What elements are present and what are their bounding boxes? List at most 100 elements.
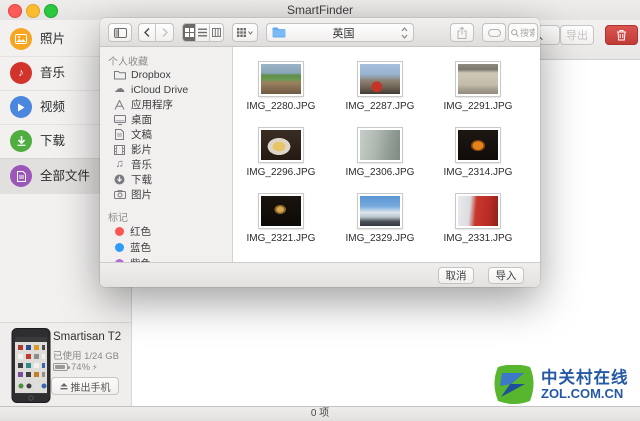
back-button[interactable]: [139, 24, 156, 41]
trash-icon: [616, 29, 627, 41]
dialog-sidebar-item-label: 图片: [131, 187, 152, 202]
file-item[interactable]: IMG_2291.JPG: [430, 58, 526, 112]
blue-tag-icon: [115, 243, 124, 252]
search-input[interactable]: [519, 28, 535, 38]
document-icon: [10, 165, 32, 187]
file-item[interactable]: IMG_2321.JPG: [233, 190, 329, 244]
search-field: [508, 23, 538, 42]
battery-percent: 74%: [71, 362, 90, 373]
device-storage: 已使用 1/24 GB: [53, 348, 119, 362]
file-item[interactable]: IMG_2314.JPG: [430, 124, 526, 178]
dialog-sidebar-item-label: Dropbox: [131, 69, 171, 81]
file-picker-dialog: 英国 个人收藏 Dropbox ☁ iCloud Drive: [100, 18, 540, 287]
location-popup[interactable]: 英国: [266, 23, 414, 42]
device-panel: Smartisan T2 已使用 1/24 GB 74% ⚡ 推出手机: [0, 322, 132, 406]
window-title: SmartFinder: [0, 0, 640, 20]
pictures-icon: [113, 190, 126, 199]
dialog-footer: 取消 导入: [100, 262, 540, 287]
zol-watermark: 中关村在线 ZOL.COM.CN: [492, 364, 636, 406]
phone-image: [11, 328, 51, 403]
cancel-button[interactable]: 取消: [438, 267, 474, 284]
download-arrow-icon: [10, 130, 32, 152]
tag-item-red[interactable]: 红色: [100, 224, 233, 239]
file-thumbnail: [456, 128, 500, 162]
sidebar-item-label: 下载: [40, 124, 65, 158]
watermark-site-name: 中关村在线: [541, 370, 629, 387]
eject-phone-button[interactable]: 推出手机: [51, 377, 119, 395]
file-thumbnail: [358, 194, 402, 228]
dialog-sidebar: 个人收藏 Dropbox ☁ iCloud Drive 应用程序 桌面 文稿: [100, 47, 233, 262]
battery-icon: [53, 363, 68, 371]
music-note-icon: ♫: [113, 159, 126, 170]
dialog-import-button[interactable]: 导入: [488, 267, 524, 284]
dialog-sidebar-item-icloud-drive[interactable]: ☁ iCloud Drive: [100, 82, 233, 97]
list-view-button[interactable]: [196, 24, 209, 41]
sidebar-item-label: 全部文件: [40, 159, 90, 193]
status-bar: 0 项: [0, 406, 640, 421]
file-item[interactable]: IMG_2306.JPG: [332, 124, 428, 178]
dialog-sidebar-item-label: 影片: [131, 142, 152, 157]
file-thumbnail: [259, 194, 303, 228]
share-icon: [457, 27, 467, 39]
arrange-icon: [237, 28, 246, 37]
icon-view-button[interactable]: [183, 24, 196, 41]
popup-chevrons-icon: [401, 27, 408, 39]
file-thumbnail: [456, 62, 500, 96]
tag-button[interactable]: [482, 23, 506, 42]
view-segmented-control: [182, 23, 224, 42]
toggle-sidebar-button[interactable]: [108, 23, 132, 42]
file-item[interactable]: IMG_2280.JPG: [233, 58, 329, 112]
file-item[interactable]: IMG_2331.JPG: [430, 190, 526, 244]
tag-label: 蓝色: [130, 240, 151, 255]
location-label: 英国: [290, 25, 397, 41]
forward-button[interactable]: [156, 24, 173, 41]
tag-label: 红色: [130, 224, 151, 239]
file-item[interactable]: IMG_2296.JPG: [233, 124, 329, 178]
dialog-sidebar-item-downloads[interactable]: 下载: [100, 172, 233, 187]
movies-icon: [113, 145, 126, 155]
dialog-sidebar-item-dropbox[interactable]: Dropbox: [100, 67, 233, 82]
file-item[interactable]: IMG_2287.JPG: [332, 58, 428, 112]
dialog-sidebar-item-documents[interactable]: 文稿: [100, 127, 233, 142]
sidebar-item-label: 视频: [40, 90, 65, 124]
dialog-sidebar-item-movies[interactable]: 影片: [100, 142, 233, 157]
documents-icon: [113, 129, 126, 140]
nav-segmented-control: [138, 23, 174, 42]
dialog-sidebar-item-label: 应用程序: [131, 97, 173, 112]
delete-button[interactable]: [605, 25, 638, 45]
download-circle-icon: [113, 174, 126, 185]
dialog-sidebar-item-desktop[interactable]: 桌面: [100, 112, 233, 127]
zol-logo: [492, 365, 536, 405]
file-name: IMG_2331.JPG: [430, 233, 526, 244]
file-thumbnail: [259, 62, 303, 96]
column-view-button[interactable]: [210, 24, 223, 41]
tag-icon: [488, 29, 501, 37]
file-name: IMG_2314.JPG: [430, 167, 526, 178]
cloud-icon: ☁: [113, 84, 126, 95]
dialog-sidebar-item-label: 下载: [131, 172, 152, 187]
share-button[interactable]: [450, 23, 474, 42]
lightning-icon: ⚡: [92, 363, 98, 372]
file-thumbnail: [456, 194, 500, 228]
file-thumbnail: [259, 128, 303, 162]
dialog-sidebar-item-music[interactable]: ♫ 音乐: [100, 157, 233, 172]
eject-label: 推出手机: [71, 379, 111, 394]
dialog-file-grid: IMG_2280.JPG IMG_2287.JPG IMG_2291.JPG I…: [233, 47, 540, 262]
sidebar-item-label: 照片: [40, 22, 65, 56]
file-name: IMG_2321.JPG: [233, 233, 329, 244]
file-item[interactable]: IMG_2329.JPG: [332, 190, 428, 244]
export-button[interactable]: 导出: [560, 25, 594, 45]
search-icon: [511, 29, 519, 37]
dialog-sidebar-item-pictures[interactable]: 图片: [100, 187, 233, 202]
red-tag-icon: [115, 227, 124, 236]
music-icon: ♪: [10, 62, 32, 84]
items-count: 0 项: [311, 408, 329, 419]
watermark-site-url: ZOL.COM.CN: [541, 387, 629, 401]
arrange-button[interactable]: [232, 23, 258, 42]
tag-item-blue[interactable]: 蓝色: [100, 240, 233, 255]
file-name: IMG_2329.JPG: [332, 233, 428, 244]
applications-icon: [113, 100, 126, 110]
dialog-sidebar-item-applications[interactable]: 应用程序: [100, 97, 233, 112]
dialog-sidebar-item-label: 桌面: [131, 112, 152, 127]
play-icon: [10, 96, 32, 118]
